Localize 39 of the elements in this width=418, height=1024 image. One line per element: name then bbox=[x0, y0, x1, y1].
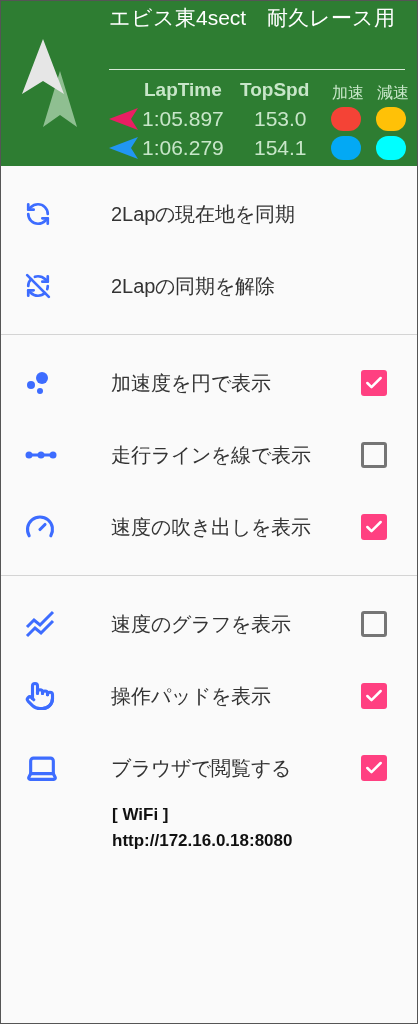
checkbox[interactable] bbox=[361, 611, 387, 637]
column-header: 減速 bbox=[377, 82, 409, 103]
menu-item[interactable]: 走行ラインを線で表示 bbox=[1, 419, 417, 491]
column-header: 加速 bbox=[332, 82, 365, 103]
column-header: TopSpd bbox=[240, 78, 311, 102]
menu-item[interactable]: 2Lapの同期を解除 bbox=[1, 250, 417, 322]
menu-item[interactable]: 2Lapの現在地を同期 bbox=[1, 178, 417, 250]
lap-time: 1:06.279 bbox=[142, 135, 225, 162]
menu-label: 2Lapの現在地を同期 bbox=[111, 202, 297, 227]
wifi-label: [ WiFi ] bbox=[112, 804, 170, 826]
menu-label: 速度のグラフを表示 bbox=[111, 612, 292, 637]
checkbox[interactable] bbox=[361, 755, 387, 781]
track-title: エビス東4sect 耐久レース用 bbox=[109, 5, 397, 31]
menu-label: 走行ラインを線で表示 bbox=[111, 443, 312, 468]
menu-item[interactable]: ブラウザで閲覧する bbox=[1, 732, 417, 804]
touch-hand-icon bbox=[25, 681, 55, 711]
server-url: http://172.16.0.18:8080 bbox=[112, 830, 294, 852]
menu-label: 2Lapの同期を解除 bbox=[111, 274, 277, 299]
menu-label: 加速度を円で表示 bbox=[111, 371, 272, 396]
menu-item[interactable]: 操作パッドを表示 bbox=[1, 660, 417, 732]
top-speed: 153.0 bbox=[254, 106, 308, 133]
menu-label: 操作パッドを表示 bbox=[111, 684, 272, 709]
menu-item[interactable]: 加速度を円で表示 bbox=[1, 347, 417, 419]
sync-off-icon bbox=[25, 273, 51, 299]
lap-time: 1:05.897 bbox=[142, 106, 225, 133]
checkbox[interactable] bbox=[361, 370, 387, 396]
checkbox[interactable] bbox=[361, 514, 387, 540]
dotted-line-icon bbox=[25, 450, 57, 460]
circles-icon bbox=[25, 370, 51, 396]
zigzag-graph-icon bbox=[25, 610, 55, 638]
checkbox[interactable] bbox=[361, 683, 387, 709]
menu-item[interactable]: 速度の吹き出しを表示 bbox=[1, 491, 417, 563]
sync-icon bbox=[25, 201, 51, 227]
checkbox[interactable] bbox=[361, 442, 387, 468]
menu-label: ブラウザで閲覧する bbox=[111, 756, 292, 781]
menu-item[interactable]: 速度のグラフを表示 bbox=[1, 588, 417, 660]
column-header: LapTime bbox=[144, 78, 223, 102]
menu-label: 速度の吹き出しを表示 bbox=[111, 515, 312, 540]
top-speed: 154.1 bbox=[254, 135, 308, 162]
